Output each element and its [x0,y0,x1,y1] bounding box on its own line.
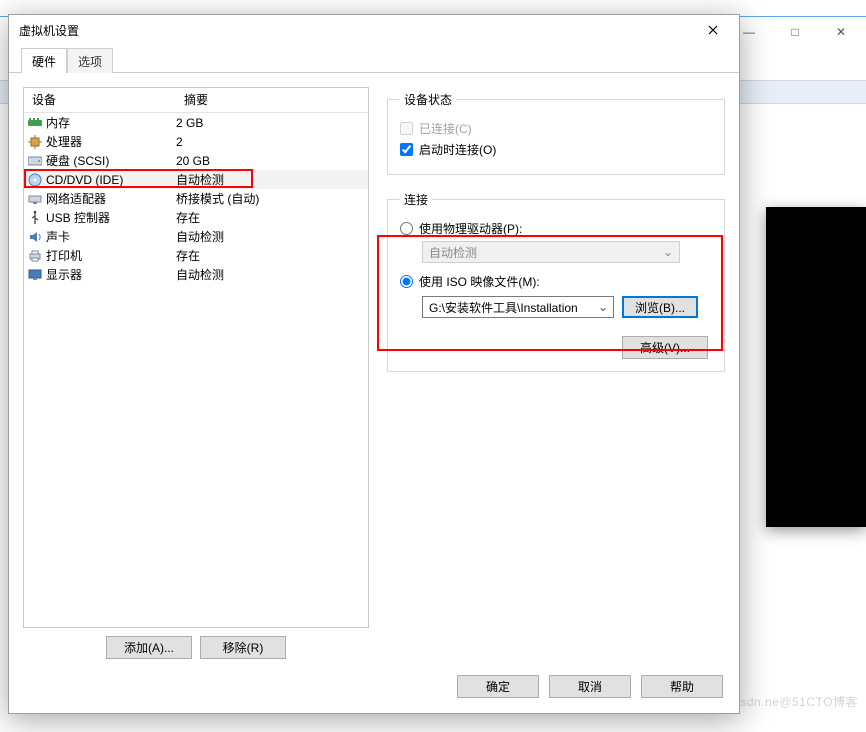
add-device-button[interactable]: 添加(A)... [106,636,192,659]
connected-checkbox [400,122,413,135]
use-physical-radio[interactable] [400,222,413,235]
device-table: 设备 摘要 内存2 GB处理器2硬盘 (SCSI)20 GBCD/DVD (ID… [23,87,369,628]
use-physical-label: 使用物理驱动器(P): [419,220,522,237]
iso-path-combobox[interactable]: G:\安装软件工具\Installation ⌄ [422,296,614,318]
tab-hardware[interactable]: 硬件 [21,48,67,73]
device-name: 打印机 [46,247,176,264]
browse-iso-button[interactable]: 浏览(B)... [622,296,698,318]
device-name: 网络适配器 [46,190,176,207]
device-status-group: 设备状态 已连接(C) 启动时连接(O) [387,91,725,175]
connect-at-poweron-label: 启动时连接(O) [419,141,496,158]
device-summary: 存在 [176,209,368,226]
hardware-left-column: 设备 摘要 内存2 GB处理器2硬盘 (SCSI)20 GBCD/DVD (ID… [23,87,369,659]
physical-drive-dropdown: 自动检测 ⌄ [422,241,680,263]
printer-icon [27,248,43,264]
vm-settings-dialog: 虚拟机设置 硬件 选项 设备 摘要 内存2 GB处理器2硬盘 (SCSI)20 … [8,14,740,714]
advanced-button[interactable]: 高级(V)... [622,336,708,359]
connection-legend: 连接 [400,191,432,208]
iso-path-value: G:\安装软件工具\Installation [429,299,595,316]
disc-icon [27,172,43,188]
column-header-summary[interactable]: 摘要 [176,88,368,112]
dialog-title: 虚拟机设置 [19,22,693,39]
chevron-down-icon: ⌄ [663,245,673,259]
device-summary: 20 GB [176,154,368,168]
device-row-disc[interactable]: CD/DVD (IDE)自动检测 [24,170,368,189]
background-vm-screen [766,207,866,527]
device-name: CD/DVD (IDE) [46,173,176,187]
display-icon [27,267,43,283]
device-row-disk[interactable]: 硬盘 (SCSI)20 GB [24,151,368,170]
connect-at-poweron-checkbox[interactable] [400,143,413,156]
device-summary: 桥接模式 (自动) [176,190,368,207]
device-summary: 2 [176,135,368,149]
device-row-printer[interactable]: 打印机存在 [24,246,368,265]
column-header-device[interactable]: 设备 [24,88,176,112]
device-row-display[interactable]: 显示器自动检测 [24,265,368,284]
device-summary: 存在 [176,247,368,264]
chevron-down-icon: ⌄ [595,300,611,314]
bg-close-button[interactable]: ✕ [818,18,864,46]
device-summary: 自动检测 [176,228,368,245]
connected-label: 已连接(C) [419,120,472,137]
dialog-body: 设备 摘要 内存2 GB处理器2硬盘 (SCSI)20 GBCD/DVD (ID… [9,73,739,669]
device-status-legend: 设备状态 [400,91,456,108]
dialog-titlebar: 虚拟机设置 [9,15,739,45]
memory-icon [27,115,43,131]
disk-icon [27,153,43,169]
device-summary: 自动检测 [176,171,368,188]
close-icon [708,25,718,35]
device-name: USB 控制器 [46,209,176,226]
usb-icon [27,210,43,226]
hardware-right-column: 设备状态 已连接(C) 启动时连接(O) 连接 使用物理驱动器(P): [387,87,725,659]
use-iso-radio[interactable] [400,275,413,288]
device-row-usb[interactable]: USB 控制器存在 [24,208,368,227]
help-button[interactable]: 帮助 [641,675,723,698]
device-name: 处理器 [46,133,176,150]
dialog-footer: 确定 取消 帮助 [9,669,739,713]
use-iso-label: 使用 ISO 映像文件(M): [419,273,540,290]
device-row-cpu[interactable]: 处理器2 [24,132,368,151]
device-summary: 2 GB [176,116,368,130]
device-row-memory[interactable]: 内存2 GB [24,113,368,132]
physical-drive-value: 自动检测 [429,244,477,261]
remove-device-button[interactable]: 移除(R) [200,636,286,659]
cancel-button[interactable]: 取消 [549,675,631,698]
sound-icon [27,229,43,245]
device-row-sound[interactable]: 声卡自动检测 [24,227,368,246]
device-summary: 自动检测 [176,266,368,283]
ok-button[interactable]: 确定 [457,675,539,698]
device-table-header: 设备 摘要 [24,88,368,113]
background-window-controls: — □ ✕ [726,18,864,46]
connection-group: 连接 使用物理驱动器(P): 自动检测 ⌄ 使用 ISO 映像文件(M): G:… [387,191,725,372]
device-name: 显示器 [46,266,176,283]
tab-options[interactable]: 选项 [67,48,113,73]
cpu-icon [27,134,43,150]
dialog-close-button[interactable] [693,16,733,44]
tab-strip: 硬件 选项 [9,49,739,73]
bg-maximize-button[interactable]: □ [772,18,818,46]
device-buttons-row: 添加(A)... 移除(R) [23,636,369,659]
device-name: 硬盘 (SCSI) [46,152,176,169]
device-name: 声卡 [46,228,176,245]
device-name: 内存 [46,114,176,131]
device-row-network[interactable]: 网络适配器桥接模式 (自动) [24,189,368,208]
network-icon [27,191,43,207]
